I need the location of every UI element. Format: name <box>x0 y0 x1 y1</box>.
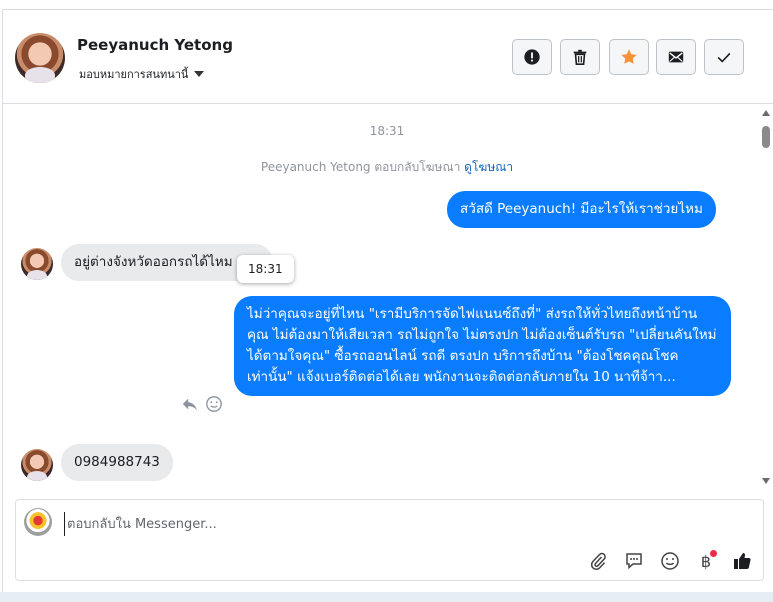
caret-down-icon <box>194 71 205 77</box>
assign-label: มอบหมายการสนทนานี้ <box>79 68 189 81</box>
contact-avatar[interactable] <box>15 33 65 83</box>
payment-button[interactable]: ฿ <box>695 550 717 572</box>
message-composer: ฿ <box>15 499 764 581</box>
check-icon <box>717 52 731 63</box>
attach-button[interactable] <box>587 550 609 572</box>
message-bubble-outgoing[interactable]: สวัสดี Peeyanuch! มีอะไรให้เราช่วยไหม <box>447 191 716 228</box>
thumbs-up-icon <box>734 553 751 569</box>
thread-scrollbar[interactable] <box>761 106 771 486</box>
notification-dot <box>710 550 717 557</box>
scroll-up-arrow-icon[interactable] <box>762 110 770 116</box>
thread-timestamp: 18:31 <box>369 124 405 138</box>
emoji-icon <box>661 552 679 570</box>
conversation-header: Peeyanuch Yetong มอบหมายการสนทนานี้ <box>3 10 773 104</box>
emoji-button[interactable] <box>659 550 681 572</box>
mark-done-button[interactable] <box>704 39 744 75</box>
star-icon <box>621 49 637 64</box>
trash-icon <box>573 49 587 66</box>
assign-conversation-dropdown[interactable]: มอบหมายการสนทนานี้ <box>79 65 205 83</box>
inbox-conversation-panel: Peeyanuch Yetong มอบหมายการสนทนานี้ 18:3… <box>2 9 773 602</box>
message-thread[interactable]: 18:31 Peeyanuch Yetong ตอบกลับโฆษณา ดูโฆ… <box>3 105 773 492</box>
timestamp-tooltip: 18:31 <box>237 255 294 283</box>
saved-reply-icon <box>626 553 642 570</box>
message-bubble-outgoing[interactable]: ไม่ว่าคุณจะอยู่ที่ไหน "เรามีบริการจัดไฟแ… <box>234 296 731 396</box>
spam-icon <box>524 49 540 65</box>
ad-reply-text: Peeyanuch Yetong ตอบกลับโฆษณา <box>260 160 461 174</box>
view-ad-link[interactable]: ดูโฆษณา <box>464 160 513 174</box>
page-avatar <box>24 508 52 536</box>
contact-name[interactable]: Peeyanuch Yetong <box>77 36 233 54</box>
ad-reply-note: Peeyanuch Yetong ตอบกลับโฆษณา ดูโฆษณา <box>3 158 771 177</box>
delete-button[interactable] <box>560 39 600 75</box>
paperclip-icon <box>590 552 606 571</box>
mark-spam-button[interactable] <box>512 39 552 75</box>
message-actions <box>181 395 223 413</box>
composer-tools: ฿ <box>587 550 753 572</box>
saved-reply-button[interactable] <box>623 550 645 572</box>
like-button[interactable] <box>731 550 753 572</box>
contact-avatar-small[interactable] <box>21 248 53 280</box>
scroll-thumb[interactable] <box>762 126 770 148</box>
message-bubble-incoming[interactable]: 0984988743 <box>61 444 173 481</box>
scroll-down-arrow-icon[interactable] <box>762 478 770 484</box>
envelope-icon <box>668 51 684 63</box>
contact-avatar-small[interactable] <box>21 449 53 481</box>
mark-unread-button[interactable] <box>656 39 696 75</box>
react-emoji-icon[interactable] <box>205 395 223 413</box>
reply-icon[interactable] <box>181 395 199 413</box>
bottom-strip <box>0 592 773 602</box>
star-button[interactable] <box>609 39 649 75</box>
reply-input[interactable] <box>64 512 724 536</box>
